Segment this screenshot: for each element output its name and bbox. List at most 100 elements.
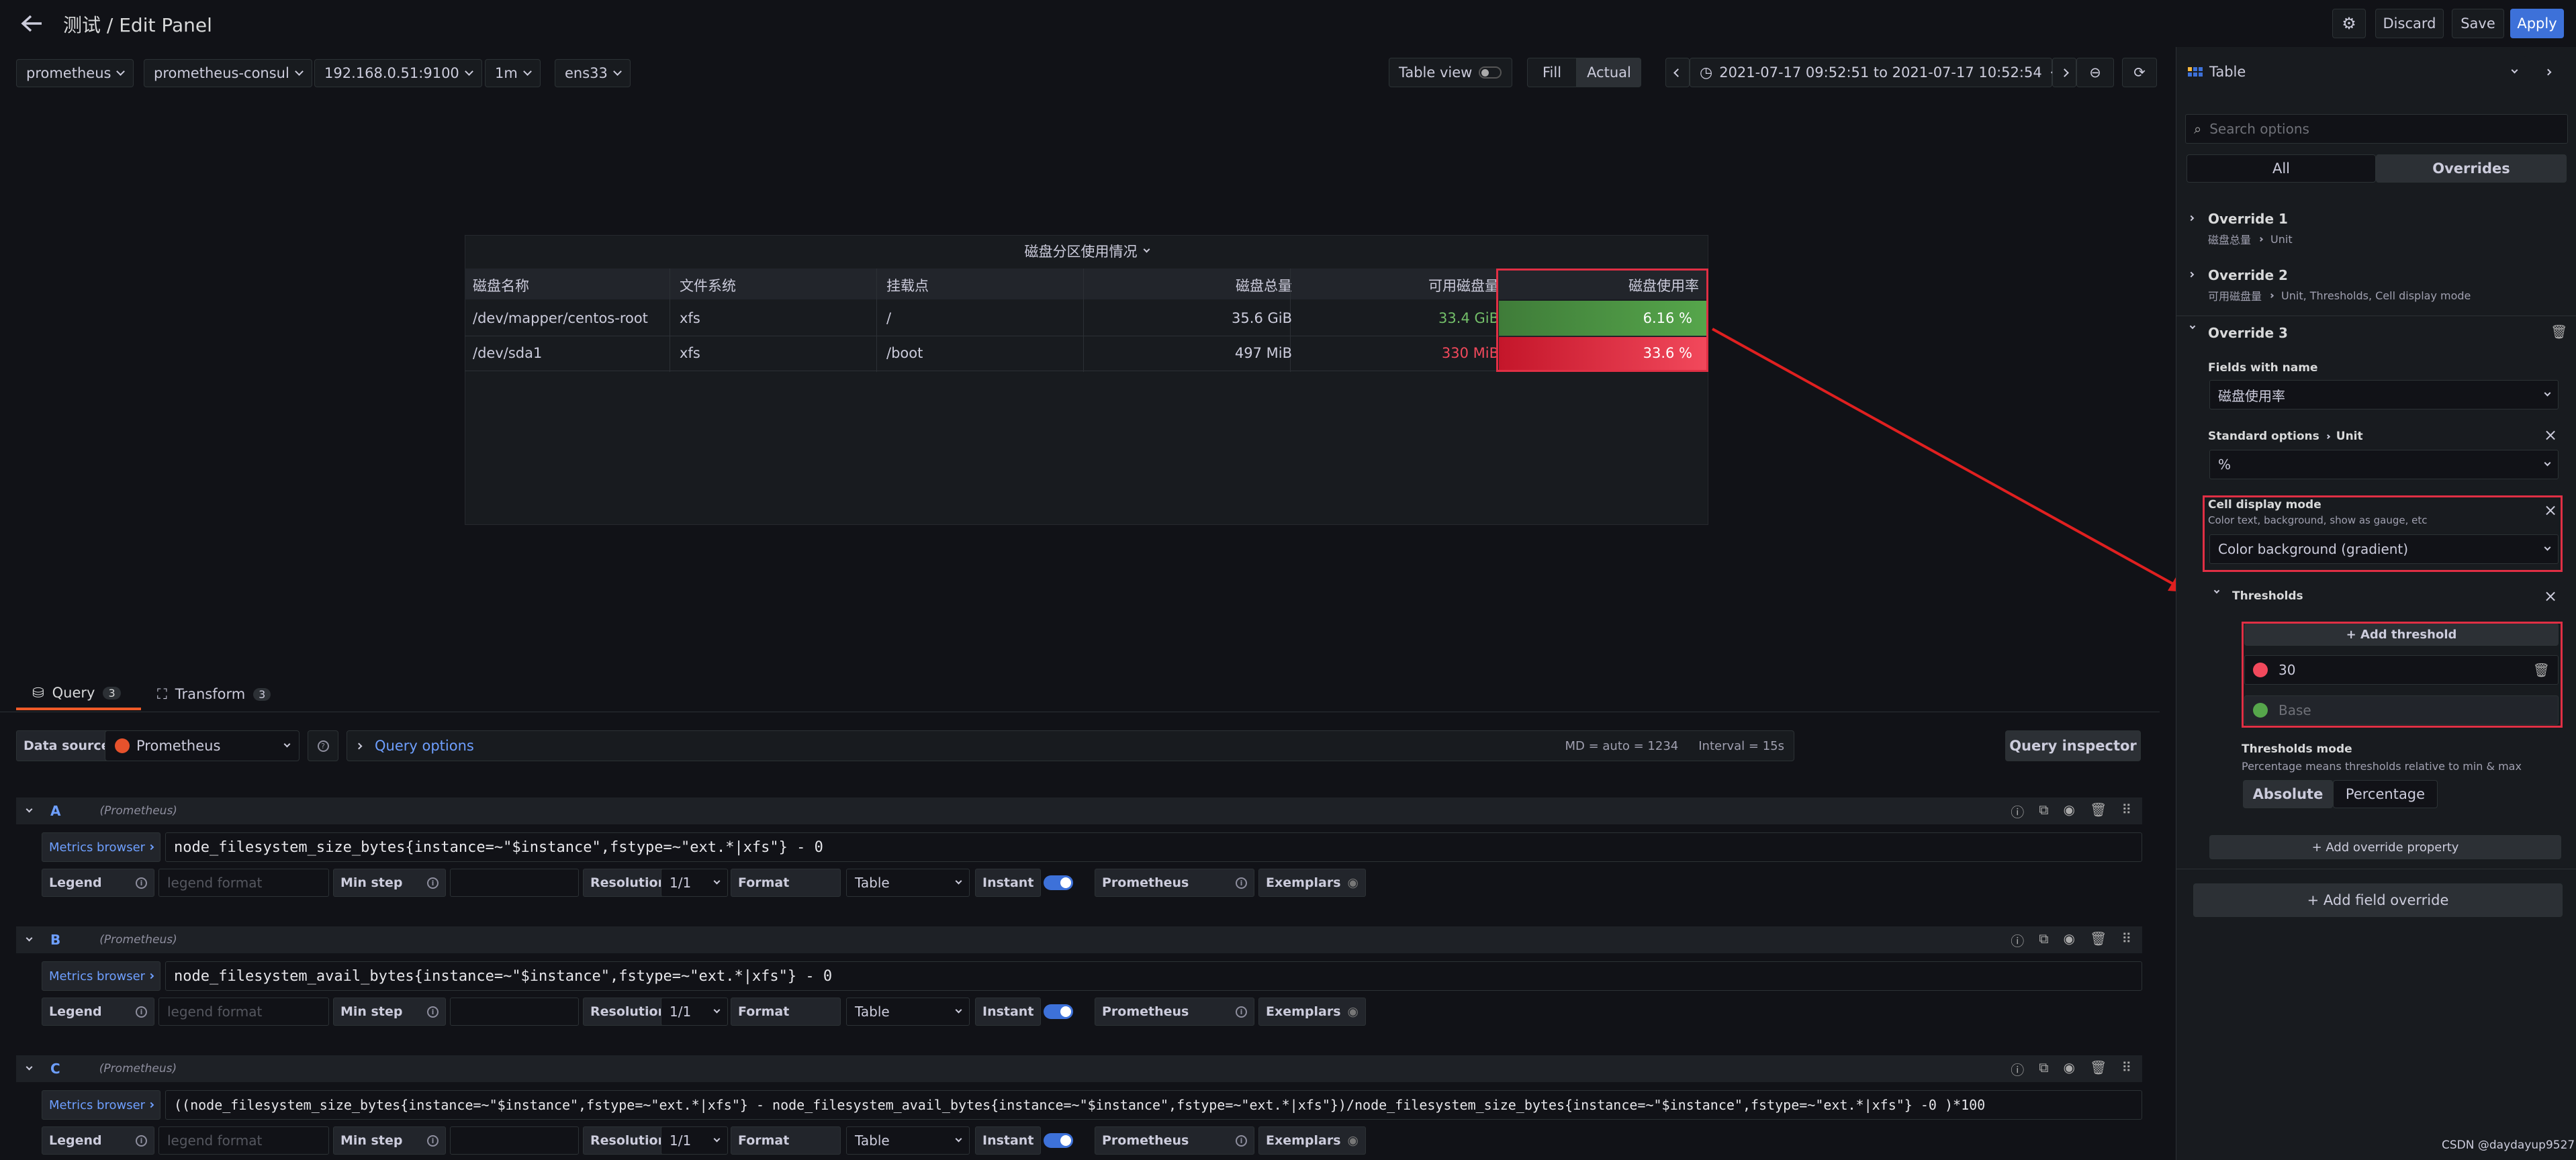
column-header[interactable]: 磁盘名称 [473,275,529,295]
resolution-select[interactable]: 1/1 [661,1126,728,1155]
variable-datasource[interactable]: prometheus [16,59,134,87]
drag-handle-icon[interactable]: ⠿ [2121,1059,2131,1079]
settings-button[interactable]: ⚙ [2332,9,2366,38]
time-range-picker[interactable]: ◷ 2021-07-17 09:52:51 to 2021-07-17 10:52… [1690,58,2056,87]
exemplars-label: Exemplars ◉ [1258,998,1366,1026]
instant-toggle[interactable] [1044,1133,1073,1148]
add-threshold-button[interactable]: + Add threshold [2244,623,2559,646]
query-inspector-button[interactable]: Query inspector [2005,730,2141,761]
variable-instance[interactable]: 192.168.0.51:9100 [314,59,482,87]
format-select[interactable]: Table [846,998,970,1026]
close-icon[interactable]: × [2544,587,2557,606]
column-header[interactable]: 磁盘使用率 [1628,275,1699,295]
time-shift-forward-button[interactable] [2052,58,2076,87]
duplicate-icon[interactable]: ⧉ [2039,1059,2048,1079]
help-button[interactable]: ? [308,730,338,761]
threshold-color-swatch[interactable] [2253,703,2268,718]
chevron-down-icon [2544,459,2551,467]
tab-overrides[interactable]: Overrides [2376,154,2567,183]
resolution-select[interactable]: 1/1 [661,869,728,897]
column-header[interactable]: 文件系统 [680,275,736,295]
format-select[interactable]: Table [846,869,970,897]
add-override-property-button[interactable]: + Add override property [2209,835,2561,859]
eye-icon[interactable]: ◉ [2064,1059,2075,1079]
eye-icon[interactable]: ◉ [2064,802,2075,821]
column-header[interactable]: 磁盘总量 [1236,275,1292,295]
query-row-header[interactable]: B (Prometheus) ⓘ ⧉ ◉ 🗑 ⠿ [16,926,2142,953]
trash-icon[interactable]: 🗑 [2090,802,2107,821]
eye-icon[interactable]: ◉ [1347,875,1359,890]
min-step-input[interactable] [450,869,579,897]
table-view-toggle[interactable]: Table view [1389,58,1512,87]
legend-input[interactable]: legend format [158,869,329,897]
duplicate-icon[interactable]: ⧉ [2039,930,2048,950]
metrics-browser-button[interactable]: Metrics browser [42,961,160,991]
search-options-input[interactable]: ⌕ Search options [2185,114,2568,144]
fill-button[interactable]: Fill [1527,58,1577,87]
query-expression-input[interactable]: node_filesystem_avail_bytes{instance=~"$… [165,961,2142,991]
min-step-input[interactable] [450,1126,579,1155]
metrics-browser-button[interactable]: Metrics browser [42,1090,160,1120]
apply-button[interactable]: Apply [2510,9,2564,38]
panel-title[interactable]: 磁盘分区使用情况 [465,241,1708,261]
column-header[interactable]: 挂载点 [886,275,929,295]
drag-handle-icon[interactable]: ⠿ [2121,802,2131,821]
help-icon[interactable]: ⓘ [2011,1059,2024,1079]
unit-select[interactable]: % [2209,450,2559,479]
query-expression-input[interactable]: ((node_filesystem_size_bytes{instance=~"… [165,1090,2142,1120]
threshold-value-input[interactable]: 30 [2279,662,2295,678]
trash-icon[interactable]: 🗑 [2550,324,2567,340]
trash-icon[interactable]: 🗑 [2533,662,2550,678]
format-select[interactable]: Table [846,1126,970,1155]
tab-transform[interactable]: ⛶ Transform 3 [157,678,271,710]
zoom-out-button[interactable]: ⊖ [2076,58,2114,87]
min-step-input[interactable] [450,998,579,1026]
query-row-header[interactable]: C (Prometheus) ⓘ ⧉ ◉ 🗑 ⠿ [16,1055,2142,1082]
legend-input[interactable]: legend format [158,1126,329,1155]
close-icon[interactable]: × [2544,426,2557,444]
thresholds-label[interactable]: Thresholds [2232,589,2303,603]
field-name-select[interactable]: 磁盘使用率 [2209,380,2559,409]
query-expression-input[interactable]: node_filesystem_size_bytes{instance=~"$i… [165,832,2142,862]
discard-button[interactable]: Discard [2375,9,2444,38]
data-source-picker[interactable]: Prometheus [105,730,300,761]
duplicate-icon[interactable]: ⧉ [2039,802,2048,821]
query-row-header[interactable]: A (Prometheus) ⓘ ⧉ ◉ 🗑 ⠿ [16,798,2142,824]
metrics-browser-button[interactable]: Metrics browser [42,832,160,862]
variable-job[interactable]: prometheus-consul [144,59,312,87]
percentage-button[interactable]: Percentage [2333,780,2438,808]
back-arrow-icon[interactable] [20,13,44,34]
eye-icon[interactable]: ◉ [2064,930,2075,950]
help-icon[interactable]: ⓘ [2011,802,2024,821]
absolute-button[interactable]: Absolute [2243,780,2333,808]
eye-icon[interactable]: ◉ [1347,1133,1359,1148]
override-3-title[interactable]: Override 3 [2208,325,2288,341]
refresh-button[interactable]: ⟳ [2122,58,2157,87]
variable-device[interactable]: ens33 [555,59,631,87]
tab-all[interactable]: All [2187,154,2376,183]
legend-input[interactable]: legend format [158,998,329,1026]
trash-icon[interactable]: 🗑 [2090,930,2107,950]
collapse-pane-button[interactable] [2534,56,2561,87]
tab-query[interactable]: ⛁ Query 3 [16,678,141,710]
threshold-color-swatch[interactable] [2253,663,2268,677]
variable-interval[interactable]: 1m [485,59,541,87]
eye-icon[interactable]: ◉ [1347,1004,1359,1019]
trash-icon[interactable]: 🗑 [2090,1059,2107,1079]
column-header[interactable]: 可用磁盘量 [1428,275,1499,295]
close-icon[interactable]: × [2544,501,2557,520]
query-options-button[interactable]: Query options MD = auto = 1234 Interval … [347,730,1794,761]
add-field-override-button[interactable]: + Add field override [2193,883,2563,917]
cell-display-mode-select[interactable]: Color background (gradient) [2209,534,2559,564]
resolution-select[interactable]: 1/1 [661,998,728,1026]
visualization-picker[interactable]: Table [2178,56,2526,87]
save-button[interactable]: Save [2452,9,2504,38]
drag-handle-icon[interactable]: ⠿ [2121,930,2131,950]
actual-button[interactable]: Actual [1577,58,1641,87]
time-shift-back-button[interactable] [1665,58,1690,87]
instant-toggle[interactable] [1044,1004,1073,1019]
override-1[interactable]: Override 1 磁盘总量 Unit [2187,209,2569,252]
instant-toggle[interactable] [1044,875,1073,890]
help-icon[interactable]: ⓘ [2011,930,2024,950]
override-2[interactable]: Override 2 可用磁盘量 Unit, Thresholds, Cell d… [2187,266,2569,309]
